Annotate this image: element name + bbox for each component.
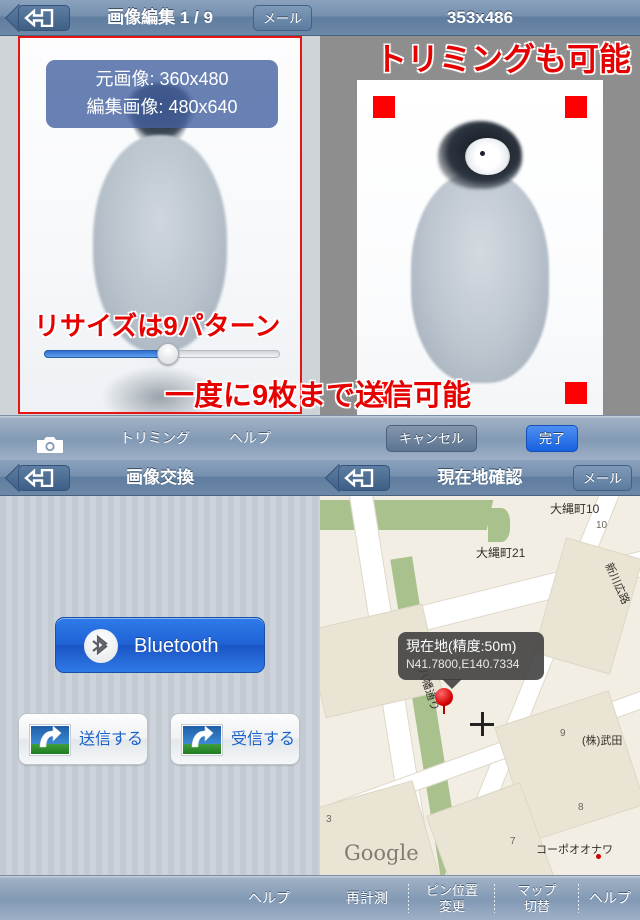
location-callout: 現在地(精度:50m) N41.7800,E140.7334 <box>398 632 544 689</box>
bluetooth-icon <box>84 629 118 663</box>
help-button[interactable]: ヘルプ <box>580 876 640 920</box>
crop-handle-top-left[interactable] <box>373 96 395 118</box>
map-switch-line2: 切替 <box>523 899 550 914</box>
send-label: 送信する <box>79 731 144 748</box>
map-number: 3 <box>326 814 332 825</box>
image-icon <box>181 724 223 756</box>
mail-button[interactable]: メール <box>252 5 312 31</box>
location-navbar: 現在地確認 メール <box>320 460 640 496</box>
map-number: 9 <box>560 728 566 739</box>
toolbar-divider <box>408 884 409 913</box>
crop-navbar: 353x486 <box>320 0 640 36</box>
slider-fill <box>44 350 174 358</box>
send-button[interactable]: 送信する <box>18 713 148 765</box>
crop-size-title: 353x486 <box>446 8 514 27</box>
pin-change-button[interactable]: ピン位置 変更 <box>412 876 492 920</box>
callout-coords: N41.7800,E140.7334 <box>406 657 520 671</box>
pin-change-line1: ピン位置 <box>425 883 478 898</box>
pin-change-line2: 変更 <box>438 899 465 914</box>
map-label: 大縄町10 <box>550 502 600 516</box>
map-label: (株)武田 <box>582 735 623 747</box>
bluetooth-glyph <box>92 634 108 656</box>
image-edit-navbar: 画像編集 1 / 9 メール <box>0 0 320 36</box>
location-toolbar: 再計測 ピン位置 変更 マップ 切替 ヘルプ <box>320 875 640 920</box>
annotation-send-limit: 一度に9枚まで送信可能 <box>165 380 472 412</box>
crop-handle-top-right[interactable] <box>565 96 587 118</box>
original-size-label: 元画像: 360x480 <box>95 69 229 89</box>
exchange-toolbar: ヘルプ <box>0 875 320 920</box>
mail-button[interactable]: メール <box>572 465 632 491</box>
crop-handle-bottom-right[interactable] <box>565 382 587 404</box>
crop-workspace[interactable] <box>320 36 640 420</box>
exchange-background <box>0 496 320 875</box>
trim-button[interactable]: トリミング <box>105 416 205 460</box>
crosshair-icon <box>470 712 494 736</box>
panel-image-exchange: 画像交換 Bluetooth 送信する 受信する ヘルプ <box>0 460 320 920</box>
toolbar-divider <box>578 884 579 913</box>
send-arrow-icon <box>39 725 62 748</box>
cancel-button[interactable]: キャンセル <box>386 425 478 452</box>
location-pin-marker[interactable] <box>435 688 453 714</box>
resize-slider[interactable] <box>44 343 280 365</box>
panel-location: 大縄町10 大縄町21 新川広路 八幡通り (株)武田 コーポオオナワ 10 9… <box>320 460 640 920</box>
image-info-overlay: 元画像: 360x480 編集画像: 480x640 <box>46 60 278 128</box>
callout-title: 現在地(精度:50m) <box>406 638 517 654</box>
map-park-area <box>320 500 494 530</box>
map-block <box>533 537 640 675</box>
map-number: 7 <box>510 836 516 847</box>
image-icon <box>29 724 71 756</box>
image-edit-canvas[interactable]: 元画像: 360x480 編集画像: 480x640 リサイズは9パターン <box>18 36 302 414</box>
page-title: 画像交換 <box>126 468 194 487</box>
crop-image-frame[interactable] <box>357 80 603 420</box>
map-poi-dot <box>596 854 601 859</box>
recalculate-button[interactable]: 再計測 <box>328 876 406 920</box>
annotation-resize: リサイズは9パターン <box>34 311 281 341</box>
toolbar-divider <box>494 884 495 913</box>
help-button[interactable]: ヘルプ <box>234 876 304 920</box>
edited-size-label: 編集画像: 480x640 <box>86 97 238 117</box>
annotation-trim: トリミングも可能 <box>375 41 632 77</box>
help-button[interactable]: ヘルプ <box>215 416 285 460</box>
receive-button[interactable]: 受信する <box>170 713 300 765</box>
map-label: 大縄町21 <box>476 546 526 560</box>
map-switch-button[interactable]: マップ 切替 <box>498 876 576 920</box>
google-attribution: Google <box>344 841 419 865</box>
receive-arrow-icon <box>191 725 214 748</box>
map-number: 8 <box>578 802 584 813</box>
app-screenshot: 画像編集 1 / 9 メール 元画像: 360x480 編集画像: 480x64… <box>0 0 640 920</box>
done-button[interactable]: 完了 <box>526 425 579 452</box>
camera-glyph <box>37 437 63 454</box>
map-number: 10 <box>596 520 608 531</box>
bluetooth-button[interactable]: Bluetooth <box>55 617 265 673</box>
map-view[interactable]: 大縄町10 大縄町21 新川広路 八幡通り (株)武田 コーポオオナワ 10 9… <box>320 496 640 875</box>
bluetooth-label: Bluetooth <box>134 635 219 657</box>
camera-icon[interactable] <box>30 416 70 460</box>
crop-toolbar: キャンセル 完了 <box>320 415 640 460</box>
receive-label: 受信する <box>231 731 296 748</box>
image-edit-toolbar: トリミング ヘルプ <box>0 415 320 460</box>
map-park-area-2 <box>488 508 510 542</box>
map-label: コーポオオナワ <box>536 844 613 856</box>
exchange-navbar: 画像交換 <box>0 460 320 496</box>
penguin-photo-crop <box>357 80 603 420</box>
map-switch-line1: マップ <box>517 883 557 898</box>
